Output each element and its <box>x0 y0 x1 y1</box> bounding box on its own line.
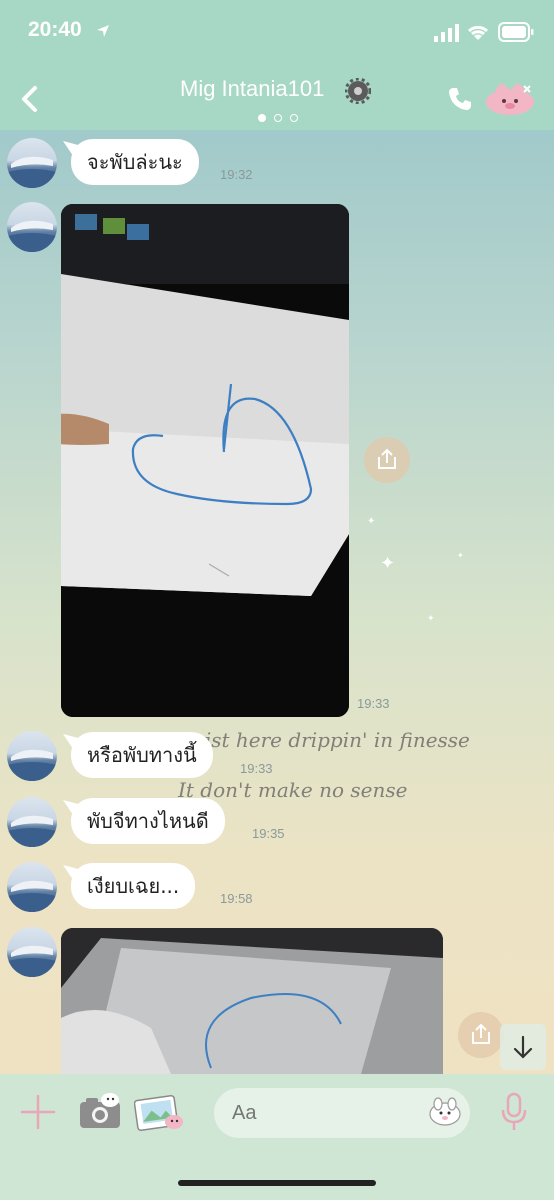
avatar[interactable] <box>7 202 57 252</box>
message-text: พับจีทางไหนดี <box>87 809 209 833</box>
message-bubble[interactable]: จะพับล่ะนะ <box>71 139 199 185</box>
emoji-sticker-icon[interactable] <box>428 1096 462 1126</box>
chat-title[interactable]: Mig Intania101 <box>180 76 324 102</box>
microphone-icon[interactable] <box>500 1092 528 1132</box>
signal-icon <box>434 24 459 42</box>
camera-icon[interactable] <box>78 1092 122 1130</box>
status-time: 20:40 <box>28 18 82 41</box>
avatar[interactable] <box>7 138 57 188</box>
sparkle-decoration: ✦ <box>367 516 376 527</box>
location-arrow-icon <box>97 25 109 37</box>
message-time: 19:33 <box>357 696 390 711</box>
avatar[interactable] <box>7 731 57 781</box>
sparkle-decoration: ✦ <box>457 551 464 560</box>
plus-icon[interactable] <box>20 1094 56 1130</box>
message-time: 19:58 <box>220 891 253 906</box>
status-bar: 20:40 <box>0 0 554 64</box>
overlay-lyric-line: It don't make no sense <box>178 778 408 802</box>
sparkle-decoration: ✦ <box>427 614 435 624</box>
avatar[interactable] <box>7 797 57 847</box>
back-icon[interactable] <box>16 84 46 114</box>
message-text: เงียบเฉย... <box>87 874 180 898</box>
avatar[interactable] <box>7 862 57 912</box>
message-bubble[interactable]: พับจีทางไหนดี <box>71 798 225 844</box>
message-text: หรือพับทางนี้ <box>87 743 197 767</box>
photo-message[interactable] <box>61 928 443 1074</box>
share-button[interactable] <box>364 437 410 483</box>
message-time: 19:32 <box>220 167 253 182</box>
phone-icon[interactable] <box>447 86 473 112</box>
home-indicator <box>178 1180 376 1186</box>
avatar[interactable] <box>7 927 57 977</box>
message-text: จะพับล่ะนะ <box>87 150 183 174</box>
scroll-down-button[interactable] <box>500 1024 546 1070</box>
message-bubble[interactable]: เงียบเฉย... <box>71 863 196 909</box>
photo-message[interactable] <box>61 204 349 717</box>
pig-sticker-icon[interactable] <box>484 80 536 116</box>
wifi-icon <box>467 25 489 40</box>
photo-gallery-icon[interactable] <box>134 1092 184 1132</box>
sparkle-decoration: ✦ <box>380 553 396 574</box>
page-indicator <box>258 114 298 122</box>
message-bubble[interactable]: หรือพับทางนี้ <box>71 732 213 778</box>
share-button[interactable] <box>458 1012 504 1058</box>
message-time: 19:33 <box>240 761 273 776</box>
gear-icon <box>345 78 371 104</box>
message-time: 19:35 <box>252 826 285 841</box>
battery-icon <box>498 22 534 42</box>
